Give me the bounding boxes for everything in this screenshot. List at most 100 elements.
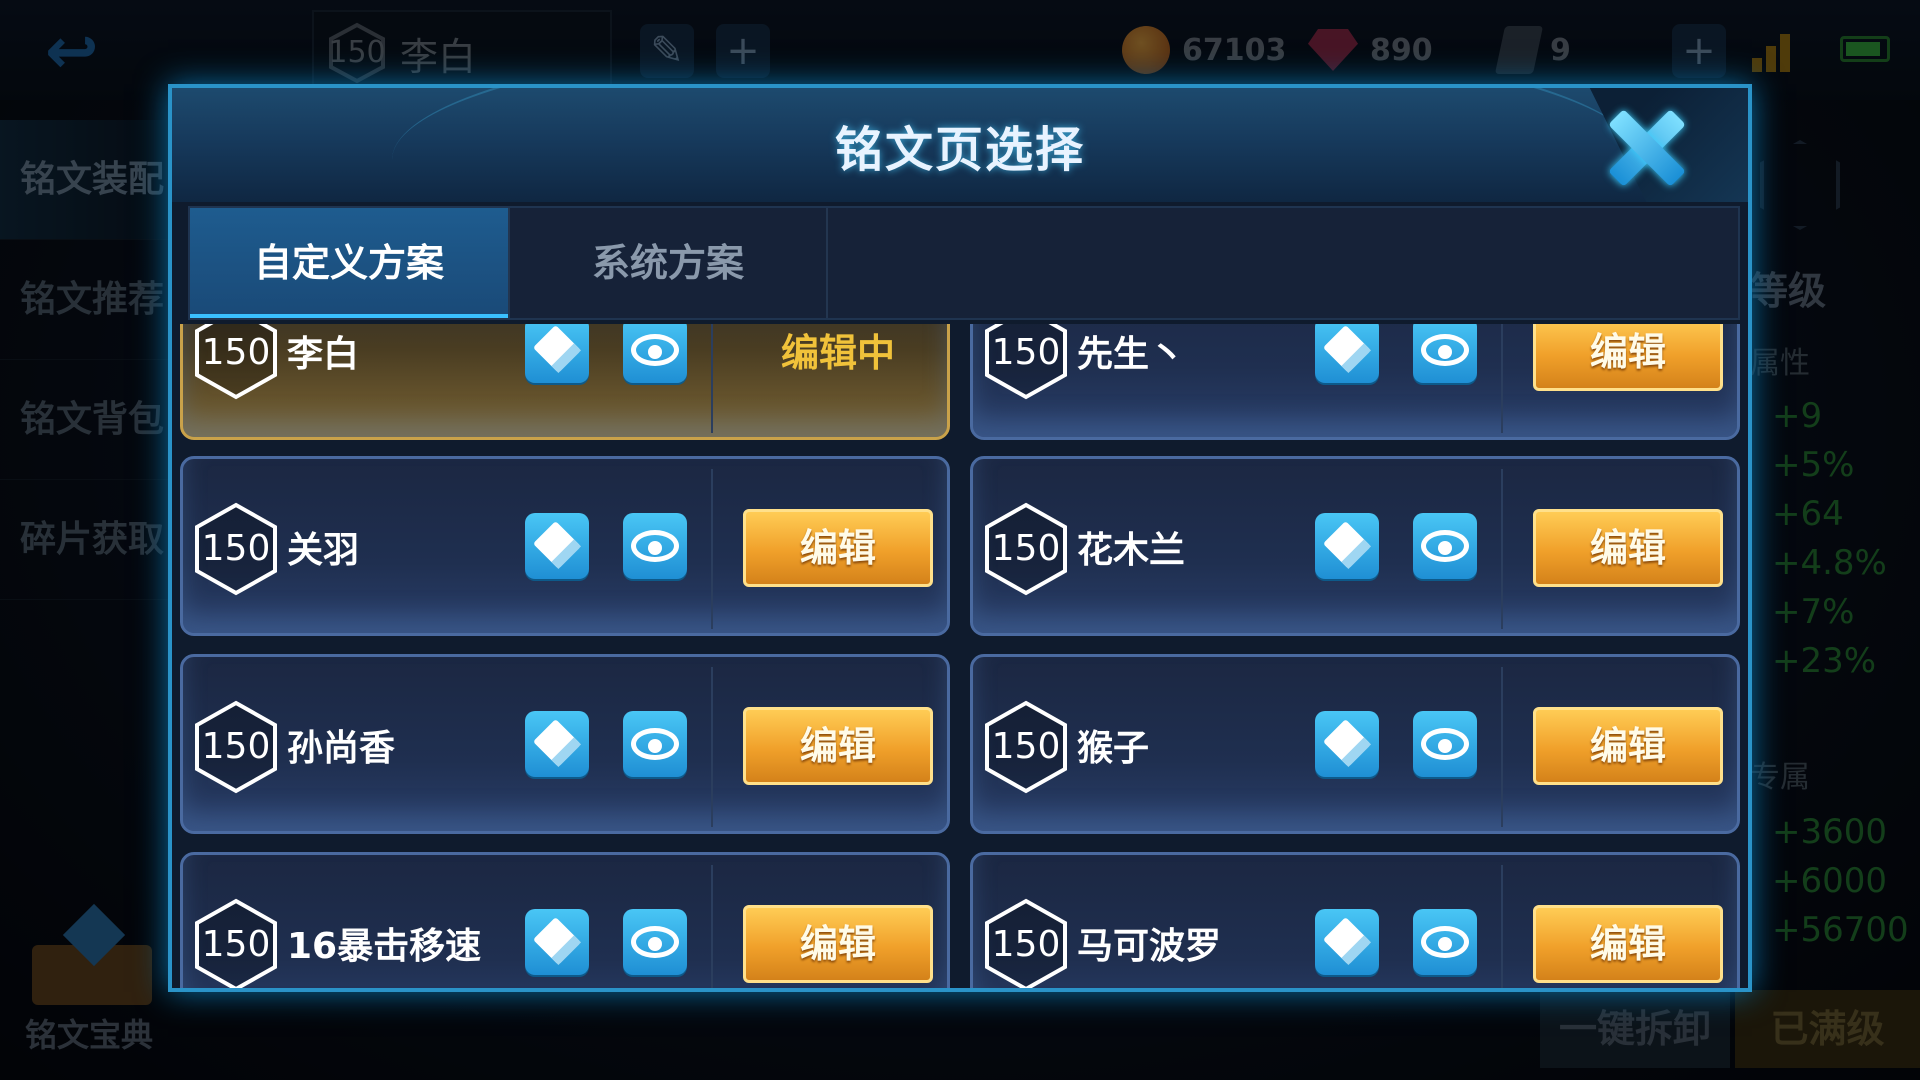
rune-codex-book-icon[interactable] <box>22 903 162 1015</box>
rename-pencil-icon[interactable] <box>1315 909 1379 975</box>
edit-button[interactable]: 编辑 <box>1533 324 1723 391</box>
divider <box>711 324 713 433</box>
tab-system-schemes[interactable]: 系统方案 <box>508 208 828 318</box>
diamond-amount: 890 <box>1370 32 1433 68</box>
maxed-button[interactable]: 已满级 <box>1735 990 1920 1068</box>
preview-eye-icon[interactable] <box>1413 324 1477 383</box>
nav-rune-equip[interactable]: 铭文装配 <box>0 120 175 240</box>
stat-value: +64 <box>1772 494 1844 534</box>
rune-page-card[interactable]: 150 猴子 编辑 <box>970 654 1740 834</box>
ticket-amount: 9 <box>1550 32 1571 68</box>
stat-value: +23% <box>1772 641 1877 681</box>
unload-all-button[interactable]: 一键拆卸 <box>1540 990 1730 1068</box>
rune-page-card[interactable]: 150 花木兰 编辑 <box>970 456 1740 636</box>
divider <box>1501 469 1503 629</box>
stat-value: +6000 <box>1772 861 1888 901</box>
page-name: 李白 <box>287 334 360 375</box>
rename-pencil-icon[interactable] <box>1315 324 1379 383</box>
battery-icon <box>1840 36 1890 62</box>
stat-value: +56700 <box>1772 910 1909 950</box>
divider <box>1501 865 1503 988</box>
edit-button[interactable]: 编辑 <box>1533 509 1723 587</box>
page-level: 150 <box>991 726 1061 767</box>
nav-rune-bag[interactable]: 铭文背包 <box>0 360 175 480</box>
rune-codex-label[interactable]: 铭文宝典 <box>25 1010 153 1056</box>
preview-eye-icon[interactable] <box>1413 909 1477 975</box>
preview-eye-icon[interactable] <box>623 711 687 777</box>
rename-pencil-icon[interactable] <box>525 324 589 383</box>
page-name: 花木兰 <box>1077 530 1186 571</box>
rune-page-card[interactable]: 150 关羽 编辑 <box>180 456 950 636</box>
edit-button[interactable]: 编辑 <box>1533 905 1723 983</box>
rune-page-card[interactable]: 150 孙尚香 编辑 <box>180 654 950 834</box>
gold-amount: 67103 <box>1182 32 1287 68</box>
rune-page-card[interactable]: 150 李白 编辑中 <box>180 324 950 440</box>
hero-name: 李白 <box>400 35 477 79</box>
edit-button[interactable]: 编辑 <box>743 707 933 785</box>
preview-eye-icon[interactable] <box>1413 513 1477 579</box>
attributes-heading: 属性 <box>1750 346 1810 381</box>
page-level: 150 <box>991 528 1061 569</box>
stat-value: +7% <box>1772 592 1855 632</box>
rune-level-hexagon-icon <box>1760 140 1840 230</box>
page-name: 关羽 <box>287 530 360 571</box>
recharge-plus-icon[interactable]: + <box>1672 24 1726 78</box>
tab-custom-schemes[interactable]: 自定义方案 <box>190 208 508 318</box>
gold-currency: 67103 <box>1122 22 1286 78</box>
rune-page-select-modal: 铭文页选择 自定义方案 系统方案 150 李白 编辑中 150 先生丶 编辑 1… <box>168 84 1752 992</box>
diamond-currency: 890 <box>1308 22 1433 78</box>
page-level: 150 <box>991 924 1061 965</box>
divider <box>1501 324 1503 433</box>
diamond-icon <box>1308 29 1358 71</box>
page-name: 孙尚香 <box>287 728 396 769</box>
game-screen: ↩ 150 李白 ✎ + 67103 890 9 + 铭文装配 铭文推荐 铭文背… <box>0 0 1920 1080</box>
page-level: 150 <box>201 528 271 569</box>
ticket-icon <box>1494 26 1544 74</box>
right-stats-panel: 等级 属性 +9 +5% +64 +4.8% +7% +23% 专属 +3600… <box>1750 120 1920 1020</box>
nav-rune-recommend[interactable]: 铭文推荐 <box>0 240 175 360</box>
modal-header: 铭文页选择 <box>172 88 1748 202</box>
rune-page-card[interactable]: 150 先生丶 编辑 <box>970 324 1740 440</box>
rename-pencil-icon[interactable] <box>1315 513 1379 579</box>
preview-eye-icon[interactable] <box>623 324 687 383</box>
rename-pencil-icon[interactable] <box>1315 711 1379 777</box>
nav-fragment-obtain[interactable]: 碎片获取 <box>0 480 175 600</box>
exclusive-heading: 专属 <box>1750 760 1810 795</box>
page-level: 150 <box>991 332 1061 373</box>
scheme-tabs: 自定义方案 系统方案 <box>188 206 1740 320</box>
left-nav: 铭文装配 铭文推荐 铭文背包 碎片获取 <box>0 120 175 600</box>
rename-pencil-icon[interactable] <box>525 711 589 777</box>
edit-button[interactable]: 编辑 <box>743 905 933 983</box>
back-arrow-icon[interactable]: ↩ <box>45 20 155 84</box>
edit-button[interactable]: 编辑 <box>743 509 933 587</box>
signal-strength-icon <box>1752 28 1802 72</box>
close-icon[interactable] <box>1602 106 1686 190</box>
rune-level-title: 等级 <box>1750 269 1827 313</box>
hero-level: 150 <box>328 35 386 70</box>
edit-button[interactable]: 编辑 <box>1533 707 1723 785</box>
stat-value: +4.8% <box>1772 543 1887 583</box>
current-hero-box[interactable]: 150 李白 <box>312 10 612 90</box>
rune-page-card[interactable]: 150 16暴击移速 编辑 <box>180 852 950 988</box>
add-page-plus-icon[interactable]: + <box>716 24 770 78</box>
page-name: 猴子 <box>1077 728 1150 769</box>
rune-page-card[interactable]: 150 马可波罗 编辑 <box>970 852 1740 988</box>
rename-pencil-icon[interactable] <box>525 909 589 975</box>
modal-title: 铭文页选择 <box>834 122 1085 178</box>
page-name: 16暴击移速 <box>287 926 482 967</box>
rename-pencil-icon[interactable] <box>525 513 589 579</box>
rename-pencil-icon[interactable]: ✎ <box>640 24 694 78</box>
stat-value: +9 <box>1772 396 1823 436</box>
preview-eye-icon[interactable] <box>1413 711 1477 777</box>
divider <box>1501 667 1503 827</box>
preview-eye-icon[interactable] <box>623 909 687 975</box>
divider <box>711 667 713 827</box>
stat-value: +5% <box>1772 445 1855 485</box>
exclusive-stats: +3600 +6000 +56700 <box>1772 808 1909 955</box>
divider <box>711 469 713 629</box>
page-level: 150 <box>201 726 271 767</box>
rune-page-list[interactable]: 150 李白 编辑中 150 先生丶 编辑 150 关羽 编辑 150 花木兰 … <box>180 324 1748 988</box>
gold-coin-icon <box>1122 26 1170 74</box>
preview-eye-icon[interactable] <box>623 513 687 579</box>
editing-status-label: 编辑中 <box>780 331 895 375</box>
